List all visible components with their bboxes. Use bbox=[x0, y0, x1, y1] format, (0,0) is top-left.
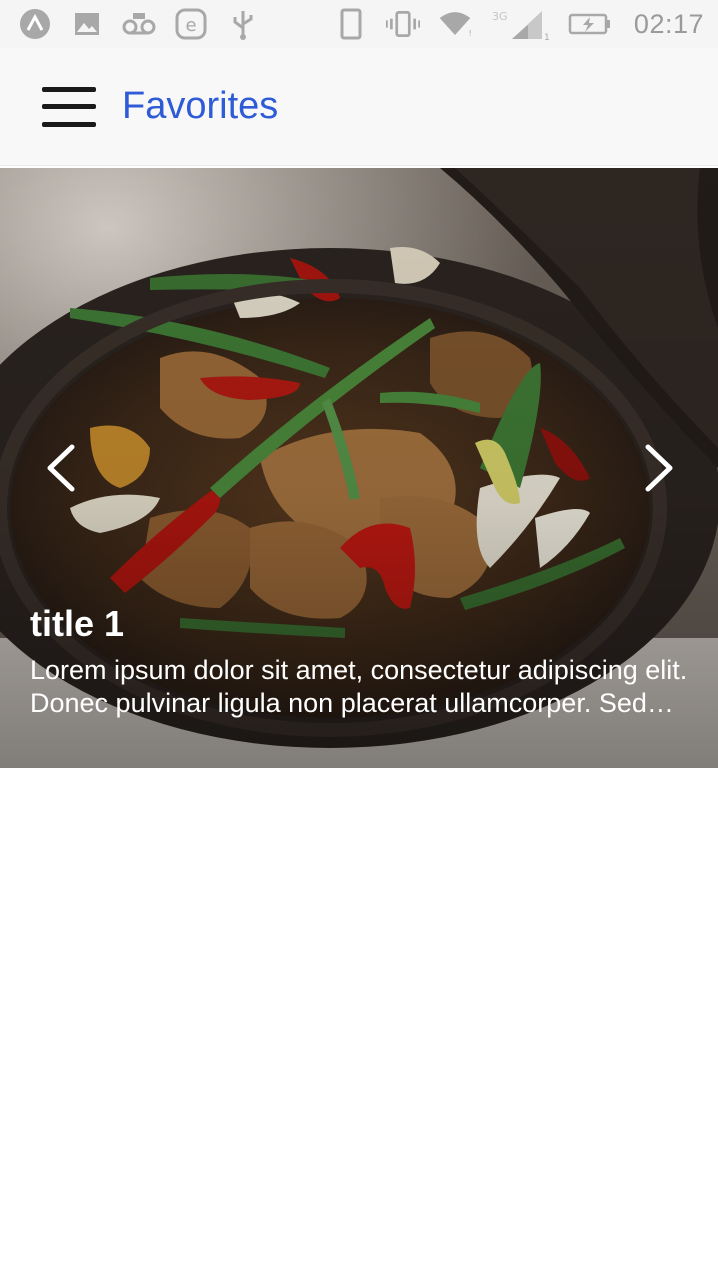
network-3g-icon: 3G 1 bbox=[490, 7, 550, 41]
status-left-icons: e bbox=[18, 7, 260, 41]
phone-icon bbox=[334, 7, 368, 41]
e-icon: e bbox=[174, 7, 208, 41]
chevron-left-icon[interactable] bbox=[38, 443, 84, 493]
image-carousel[interactable]: title 1 Lorem ipsum dolor sit amet, cons… bbox=[0, 168, 718, 768]
page-title: Favorites bbox=[122, 85, 279, 127]
voicemail-icon bbox=[122, 7, 156, 41]
menu-icon[interactable] bbox=[42, 86, 96, 127]
status-time: 02:17 bbox=[633, 8, 704, 39]
app-bar: Favorites bbox=[0, 48, 718, 166]
slide-caption: title 1 Lorem ipsum dolor sit amet, cons… bbox=[30, 602, 690, 720]
status-right-icons: ! 3G 1 02:17 bbox=[334, 7, 704, 41]
app-a-icon bbox=[18, 7, 52, 41]
wifi-icon: ! bbox=[438, 7, 472, 41]
vibrate-icon bbox=[385, 7, 420, 41]
slide-title: title 1 bbox=[30, 603, 125, 644]
battery-charging-icon bbox=[568, 7, 612, 41]
svg-text:1: 1 bbox=[544, 33, 550, 41]
network-label: 3G bbox=[492, 10, 508, 23]
image-icon bbox=[70, 7, 104, 41]
usb-icon bbox=[226, 7, 260, 41]
svg-text:!: ! bbox=[469, 29, 472, 38]
chevron-right-icon[interactable] bbox=[636, 443, 682, 493]
svg-text:e: e bbox=[185, 15, 196, 36]
slide-description: Lorem ipsum dolor sit amet, consectetur … bbox=[30, 655, 688, 718]
status-bar: e ! 3G 1 02:17 bbox=[0, 0, 718, 48]
